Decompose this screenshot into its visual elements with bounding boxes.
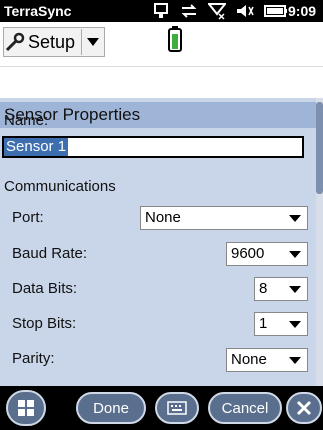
port-value: None [145,209,181,226]
baud-rate-label: Baud Rate: [12,245,88,262]
chevron-down-icon [289,215,301,222]
chevron-down-icon [87,38,100,46]
blank-area [0,66,323,99]
windows-icon [18,400,34,416]
keyboard-icon [167,401,187,415]
scrollbar-thumb[interactable] [316,102,323,194]
start-button[interactable] [6,390,46,426]
port-label: Port: [12,209,44,226]
done-button[interactable]: Done [76,392,146,424]
baud-rate-select[interactable]: 9600 [226,242,308,266]
done-label: Done [93,399,129,417]
stop-bits-value: 1 [259,315,268,332]
network-icon [154,3,168,18]
close-icon [296,400,312,416]
keyboard-button[interactable] [155,392,199,424]
name-label: Name: [4,112,49,129]
status-icons [152,1,288,21]
bottom-bar: Done Cancel [0,386,323,430]
wrench-icon [5,32,25,52]
stop-bits-label: Stop Bits: [12,315,77,332]
name-value: Sensor 1 [4,138,69,156]
chevron-down-icon [289,321,301,328]
sync-icon [181,4,197,18]
setup-dropdown-button[interactable] [81,29,104,55]
communications-heading: Communications [4,178,116,195]
stop-bits-select[interactable]: 1 [254,312,308,336]
sensor-properties-panel: Sensor Properties Name: Sensor 1 Communi… [0,98,323,386]
name-field[interactable]: Sensor 1 [2,136,304,158]
setup-label: Setup [28,31,76,52]
chevron-down-icon [289,286,301,293]
port-select[interactable]: None [140,206,308,230]
signal-icon [208,3,226,20]
close-button[interactable] [286,392,322,424]
data-bits-label: Data Bits: [12,280,78,297]
app-name: TerraSync [4,3,72,19]
toolbar: Setup [0,22,323,66]
parity-label: Parity: [12,350,55,367]
baud-rate-value: 9600 [231,245,265,262]
battery-level-icon [168,26,182,52]
volume-icon [237,5,254,17]
clock: 9:09 [288,3,317,19]
cancel-button[interactable]: Cancel [208,392,282,424]
cancel-label: Cancel [221,399,269,417]
setup-menu[interactable]: Setup [3,27,106,57]
parity-select[interactable]: None [226,348,308,372]
status-bar: TerraSync 9:09 [0,0,323,22]
chevron-down-icon [289,357,301,364]
chevron-down-icon [289,251,301,258]
data-bits-value: 8 [259,280,268,297]
scrollbar[interactable] [316,98,323,386]
parity-value: None [231,351,267,368]
battery-icon [264,5,287,17]
data-bits-select[interactable]: 8 [254,277,308,301]
